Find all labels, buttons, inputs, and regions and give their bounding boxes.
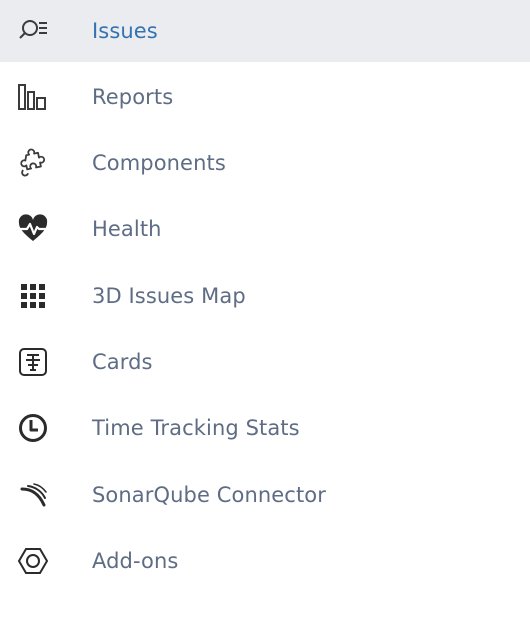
sidebar-item-label: Time Tracking Stats [92, 416, 300, 440]
sidebar-item-label: Reports [92, 85, 174, 109]
sonarqube-icon [17, 479, 49, 511]
clock-icon [17, 412, 49, 444]
heart-pulse-icon [17, 213, 49, 245]
sidebar-item-label: SonarQube Connector [92, 483, 326, 507]
sidebar-item-components[interactable]: Components [0, 132, 530, 194]
sidebar-item-issues[interactable]: Issues [0, 0, 530, 62]
grid-icon [17, 280, 49, 312]
sidebar-item-label: Issues [92, 19, 158, 43]
sidebar-item-label: Components [92, 151, 226, 175]
cards-icon [17, 346, 49, 378]
sidebar-item-label: Add-ons [92, 549, 179, 573]
sidebar-item-cards[interactable]: Cards [0, 331, 530, 393]
sidebar-item-sonarqube-connector[interactable]: SonarQube Connector [0, 464, 530, 526]
sidebar-item-add-ons[interactable]: Add-ons [0, 530, 530, 592]
bar-chart-icon [17, 81, 49, 113]
sidebar-item-label: 3D Issues Map [92, 284, 246, 308]
sidebar-item-label: Health [92, 217, 162, 241]
puzzle-icon [17, 147, 49, 179]
sidebar-item-reports[interactable]: Reports [0, 66, 530, 128]
sidebar-item-3d-issues-map[interactable]: 3D Issues Map [0, 265, 530, 327]
search-list-icon [17, 15, 49, 47]
project-sidebar: Issues Reports Components Health 3D Issu… [0, 0, 530, 637]
sidebar-item-time-tracking-stats[interactable]: Time Tracking Stats [0, 397, 530, 459]
sidebar-item-health[interactable]: Health [0, 198, 530, 260]
sidebar-item-label: Cards [92, 350, 153, 374]
hexagon-nut-icon [17, 545, 49, 577]
